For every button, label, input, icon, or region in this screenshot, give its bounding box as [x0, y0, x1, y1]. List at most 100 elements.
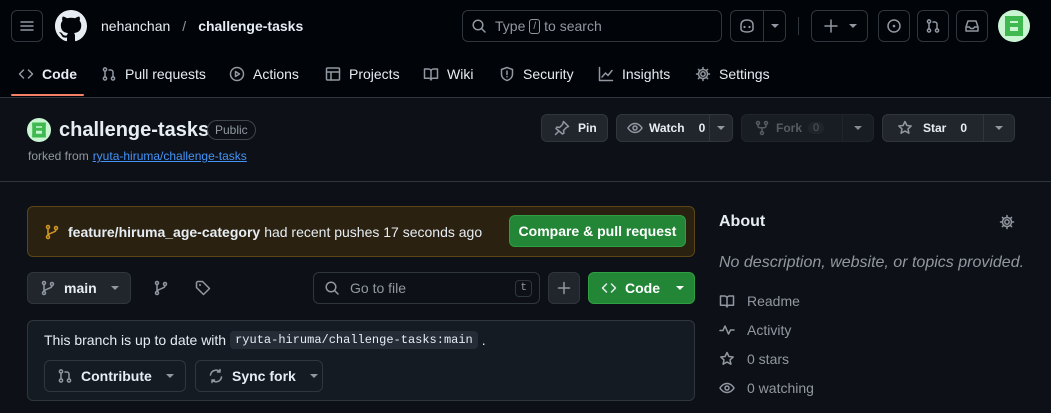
go-to-file-input[interactable]: Go to file t [313, 272, 540, 304]
graph-icon [598, 66, 614, 82]
search-icon [472, 19, 486, 33]
tab-selected-underline [11, 94, 84, 96]
about-readme[interactable]: Readme [719, 293, 800, 309]
forked-from-link[interactable]: ryuta-hiruma/challenge-tasks [93, 149, 247, 163]
github-logo[interactable] [55, 10, 87, 42]
fork-count: 0 [808, 122, 825, 134]
plus-icon [557, 281, 571, 295]
sync-fork-label: Sync fork [232, 368, 296, 384]
about-watching[interactable]: 0 watching [719, 380, 814, 396]
branches-link[interactable] [145, 272, 177, 304]
about-stars[interactable]: 0 stars [719, 351, 789, 367]
identicon-icon [1005, 16, 1023, 36]
go-to-file-placeholder: Go to file [350, 280, 407, 296]
header-divider [798, 17, 799, 35]
tab-insights-label: Insights [622, 66, 671, 82]
tab-actions[interactable]: Actions [229, 60, 299, 88]
breadcrumb-repo[interactable]: challenge-tasks [198, 18, 303, 34]
pushed-branch[interactable]: feature/hiruma_age-category [68, 224, 260, 240]
pin-button[interactable]: Pin [541, 114, 608, 142]
status-suffix: . [481, 332, 486, 348]
repo-owner-avatar [27, 118, 51, 142]
branch-selector[interactable]: main [27, 272, 131, 304]
tab-settings[interactable]: Settings [695, 60, 770, 88]
tab-security[interactable]: Security [499, 60, 574, 88]
sync-fork-button[interactable]: Sync fork [195, 360, 323, 392]
shield-icon [500, 66, 514, 82]
tab-code[interactable]: Code [18, 60, 77, 88]
about-title: About [719, 213, 766, 230]
tab-pull-requests-label: Pull requests [125, 66, 206, 82]
star-icon [898, 120, 912, 134]
pulse-icon [719, 325, 735, 335]
about-activity[interactable]: Activity [719, 322, 791, 338]
breadcrumb: nehanchan / challenge-tasks [101, 17, 303, 35]
breadcrumb-owner[interactable]: nehanchan [101, 18, 170, 34]
repo-forked-icon [755, 120, 769, 136]
sync-icon [209, 368, 223, 384]
github-mark-icon [55, 10, 87, 42]
issue-opened-icon [887, 19, 901, 33]
plus-icon [823, 19, 838, 33]
git-branch-icon [41, 280, 55, 296]
chevron-down-icon [995, 126, 1003, 130]
about-stars-label: 0 stars [747, 351, 790, 367]
tab-projects-label: Projects [349, 66, 400, 82]
add-file-button[interactable] [548, 272, 580, 304]
pin-label: Pin [578, 121, 597, 135]
compare-pull-request-button[interactable]: Compare & pull request [509, 215, 686, 247]
visibility-badge: Public [207, 120, 256, 140]
about-watching-label: 0 watching [747, 380, 814, 396]
repo-title[interactable]: challenge-tasks [59, 117, 209, 143]
fork-label: Fork [776, 121, 803, 135]
chevron-down-icon [165, 374, 174, 378]
code-icon [18, 69, 34, 79]
chevron-down-icon [770, 24, 779, 28]
avatar[interactable] [998, 10, 1030, 42]
create-new-button[interactable] [811, 10, 868, 42]
issues-button[interactable] [878, 10, 910, 42]
contribute-label: Contribute [81, 368, 152, 384]
breadcrumb-separator: / [182, 18, 187, 34]
book-icon [719, 295, 735, 308]
tab-settings-label: Settings [719, 66, 770, 82]
watch-count: 0 [698, 121, 706, 135]
hamburger-icon [20, 21, 34, 31]
gear-icon [999, 214, 1015, 230]
contribute-button[interactable]: Contribute [44, 360, 186, 392]
tab-pull-requests[interactable]: Pull requests [101, 60, 206, 88]
fork-button: Fork 0 [741, 114, 874, 142]
branch-status-text: This branch is up to date with ryuta-hir… [44, 331, 486, 349]
tab-insights[interactable]: Insights [598, 60, 670, 88]
star-label: Star [923, 121, 947, 135]
copilot-button[interactable] [730, 10, 786, 42]
chevron-down-icon [110, 286, 119, 290]
code-button-label: Code [625, 280, 660, 296]
search-input[interactable]: Type / to search [462, 10, 722, 42]
play-icon [229, 66, 245, 82]
status-ref: ryuta-hiruma/challenge-tasks:main [230, 331, 478, 349]
title-divider [0, 181, 1051, 182]
eye-icon [719, 382, 735, 394]
gear-icon [695, 66, 711, 82]
about-settings-button[interactable] [997, 212, 1017, 232]
search-prefix: Type [495, 18, 526, 34]
inbox-button[interactable] [956, 10, 988, 42]
git-branch-icon [154, 280, 168, 296]
chevron-down-icon [676, 286, 684, 290]
tab-wiki[interactable]: Wiki [423, 60, 473, 88]
tags-link[interactable] [187, 272, 219, 304]
table-icon [325, 67, 341, 81]
code-icon [601, 283, 617, 293]
pull-requests-button[interactable] [917, 10, 949, 42]
identicon-icon [32, 122, 46, 138]
code-button[interactable]: Code [588, 272, 695, 304]
watch-button[interactable]: Watch 0 [616, 114, 733, 142]
tab-projects[interactable]: Projects [325, 60, 400, 88]
search-icon [325, 281, 339, 295]
push-message: had recent pushes 17 seconds ago [264, 224, 483, 240]
star-button[interactable]: Star 0 [882, 114, 1015, 142]
menu-button[interactable] [11, 10, 43, 42]
chevron-down-icon [717, 126, 725, 130]
tab-actions-label: Actions [253, 66, 299, 82]
